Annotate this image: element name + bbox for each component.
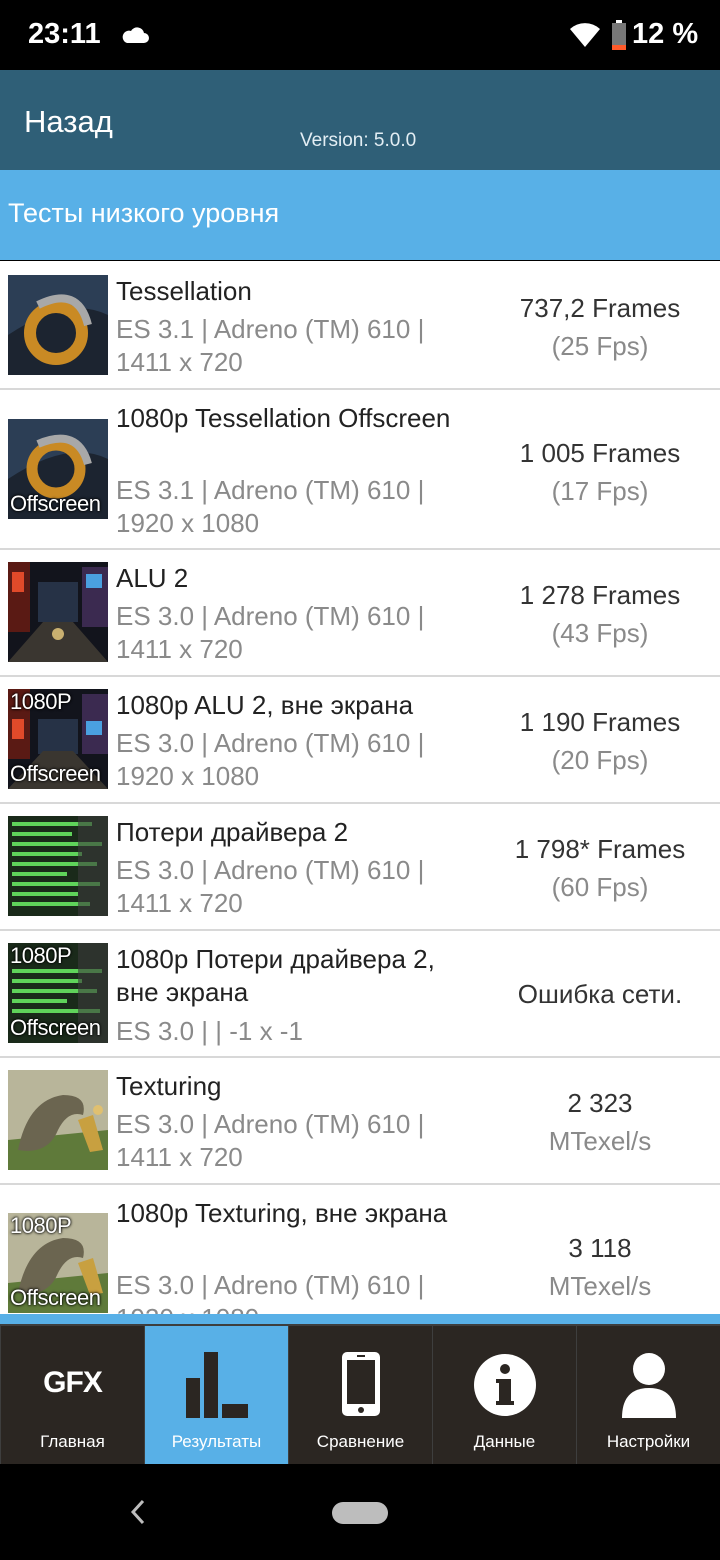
test-row[interactable]: 1080P Offscreen 1080p Texturing, вне экр… [0, 1185, 720, 1314]
resolution-tag: 1080P [10, 943, 72, 968]
result-fps: (17 Fps) [551, 476, 649, 506]
resolution-tag: 1080P [10, 1213, 72, 1238]
result-value: 1 278 Frames [519, 580, 681, 610]
section-header: Тесты низкого уровня [0, 170, 720, 260]
test-result: 1 278 Frames (43 Fps) [490, 576, 710, 652]
nav-info-label: Данные [473, 1432, 536, 1451]
nav-compare[interactable]: Сравнение [289, 1326, 432, 1464]
test-result: 3 118 MTexel/s [490, 1229, 710, 1305]
nav-home-label: Главная [40, 1432, 105, 1451]
gfx-logo: GFX [43, 1366, 103, 1399]
result-value: 1 005 Frames [519, 438, 681, 468]
result-fps: (20 Fps) [551, 745, 649, 775]
back-button[interactable]: Назад [24, 104, 113, 140]
result-value: 3 118 [568, 1233, 632, 1263]
test-row[interactable]: 1080P Offscreen 1080p ALU 2, вне экрана … [0, 677, 720, 804]
resolution-tag: 1080P [10, 689, 72, 714]
nav-settings-label: Настройки [606, 1432, 691, 1451]
result-value: 1 190 Frames [519, 707, 681, 737]
phone-icon [342, 1352, 380, 1416]
result-unit: MTexel/s [548, 1126, 652, 1156]
wifi-icon [570, 23, 600, 47]
nav-settings[interactable]: Настройки [577, 1326, 720, 1464]
test-row[interactable]: Потери драйвера 2 ES 3.0 | Adreno (TM) 6… [0, 804, 720, 931]
test-result: Ошибка сети. [490, 975, 710, 1013]
test-details: ES 3.0 | Adreno (TM) 610 | 1411 x 720 [116, 855, 425, 918]
version-label: Version: 5.0.0 [300, 130, 417, 151]
test-results-list[interactable]: Tessellation ES 3.1 | Adreno (TM) 610 | … [0, 261, 720, 1314]
result-fps: (25 Fps) [551, 331, 649, 361]
test-result: 2 323 MTexel/s [490, 1084, 710, 1160]
result-value: 1 798* Frames [514, 834, 686, 864]
offscreen-tag: Offscreen [10, 1285, 101, 1310]
result-fps: (60 Fps) [551, 872, 649, 902]
result-value: 2 323 [567, 1088, 633, 1118]
test-name: ALU 2 [116, 563, 189, 593]
nav-compare-label: Сравнение [316, 1432, 405, 1451]
test-name: Texturing [116, 1071, 222, 1101]
battery-icon [612, 20, 626, 50]
offscreen-tag: Offscreen [10, 761, 101, 786]
test-details: ES 3.0 | Adreno (TM) 610 | 1920 x 1080 [116, 1270, 425, 1314]
test-row[interactable]: ALU 2 ES 3.0 | Adreno (TM) 610 | 1411 x … [0, 550, 720, 677]
test-row[interactable]: 1080P Offscreen 1080p Потери драйвера 2,… [0, 931, 720, 1058]
result-value: 737,2 Frames [519, 293, 681, 323]
test-details: ES 3.0 | | -1 x -1 [116, 1016, 303, 1046]
test-details: ES 3.0 | Adreno (TM) 610 | 1411 x 720 [116, 1109, 425, 1172]
test-thumbnail: 1080P Offscreen [8, 689, 108, 789]
test-thumbnail [8, 275, 108, 375]
test-name: 1080p ALU 2, вне экрана [116, 690, 414, 720]
back-arrow-icon[interactable] [128, 1498, 148, 1526]
test-result: 1 190 Frames (20 Fps) [490, 703, 710, 779]
bottom-nav: GFX Главная Результаты Сравнение Данные [0, 1314, 720, 1464]
section-title: Тесты низкого уровня [8, 198, 280, 228]
user-icon [622, 1353, 676, 1418]
test-result: 1 798* Frames (60 Fps) [490, 830, 710, 906]
test-thumbnail: 1080P Offscreen [8, 943, 108, 1043]
system-nav-bar [0, 1464, 720, 1560]
test-details: ES 3.1 | Adreno (TM) 610 | 1411 x 720 [116, 314, 425, 377]
battery-percent: 12 % [632, 18, 699, 50]
app-header: Назад Version: 5.0.0 [0, 70, 720, 170]
home-pill-button[interactable] [332, 1502, 388, 1524]
bar-chart-icon [186, 1352, 248, 1418]
result-value: Ошибка сети. [517, 979, 683, 1009]
test-row[interactable]: Tessellation ES 3.1 | Adreno (TM) 610 | … [0, 261, 720, 390]
test-thumbnail [8, 816, 108, 916]
result-fps: (43 Fps) [551, 618, 649, 648]
test-name: 1080p Tessellation Offscreen [116, 403, 451, 433]
test-details: ES 3.1 | Adreno (TM) 610 | 1920 x 1080 [116, 475, 425, 538]
test-name: 1080p Потери драйвера 2, вне экрана [116, 944, 435, 1007]
test-row[interactable]: Texturing ES 3.0 | Adreno (TM) 610 | 141… [0, 1058, 720, 1185]
test-name: Tessellation [116, 276, 252, 306]
test-result: 737,2 Frames (25 Fps) [490, 289, 710, 365]
nav-home[interactable]: GFX Главная [1, 1326, 144, 1464]
status-bar: 23:11 12 % [0, 0, 720, 70]
test-details: ES 3.0 | Adreno (TM) 610 | 1411 x 720 [116, 601, 425, 664]
nav-results-label: Результаты [171, 1432, 262, 1451]
cloud-icon [122, 27, 149, 43]
test-thumbnail: 1080P Offscreen [8, 1213, 108, 1313]
test-details: ES 3.0 | Adreno (TM) 610 | 1920 x 1080 [116, 728, 425, 791]
offscreen-tag: Offscreen [10, 1015, 101, 1040]
info-icon [474, 1354, 536, 1416]
offscreen-tag: Offscreen [10, 491, 101, 516]
test-thumbnail [8, 1070, 108, 1170]
test-result: 1 005 Frames (17 Fps) [490, 434, 710, 510]
test-row[interactable]: Offscreen 1080p Tessellation Offscreen E… [0, 390, 720, 550]
test-name: Потери драйвера 2 [116, 817, 349, 847]
nav-results[interactable]: Результаты [145, 1326, 288, 1464]
result-unit: MTexel/s [548, 1271, 652, 1301]
test-thumbnail: Offscreen [8, 419, 108, 519]
nav-info[interactable]: Данные [433, 1326, 576, 1464]
test-name: 1080p Texturing, вне экрана [116, 1198, 448, 1228]
status-time: 23:11 [28, 18, 101, 50]
test-thumbnail [8, 562, 108, 662]
